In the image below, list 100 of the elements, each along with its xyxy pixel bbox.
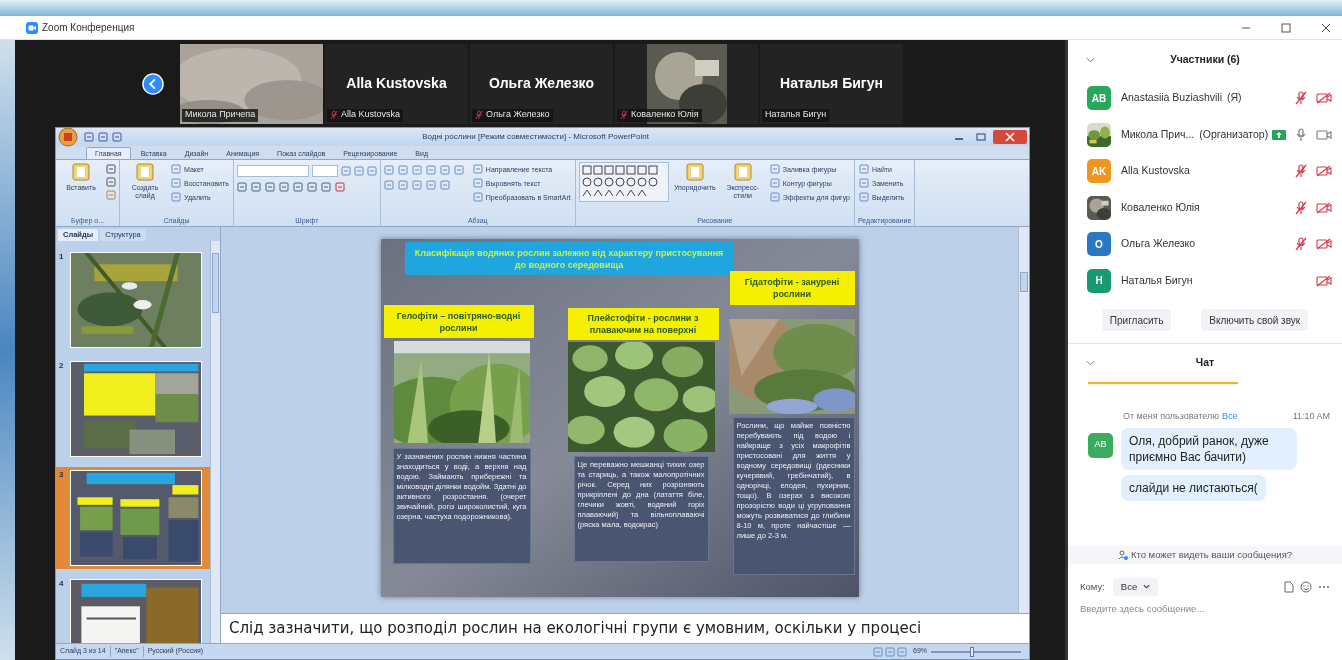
message-meta: От меня пользователю: [1123, 410, 1220, 423]
panel-button[interactable]: Включить свой звук: [1201, 309, 1309, 331]
recipient-link[interactable]: Все: [1222, 410, 1238, 424]
close-icon[interactable]: [993, 130, 1027, 144]
tool-icon: [732, 162, 753, 182]
tool-icon[interactable]: [250, 182, 261, 192]
slide-thumbnail[interactable]: 2: [56, 358, 210, 460]
tool-icon[interactable]: [340, 166, 351, 176]
slide-number: 3: [59, 470, 65, 481]
file-icon[interactable]: [1284, 580, 1294, 593]
slide-thumbnail[interactable]: 1: [56, 249, 210, 351]
tool-icon[interactable]: [171, 178, 181, 188]
tool-icon[interactable]: [858, 164, 869, 174]
maximize-icon[interactable]: [1280, 21, 1292, 34]
tool-icon[interactable]: [769, 192, 780, 202]
participant-name: Коваленко Юлія: [1121, 199, 1200, 215]
slide-number: 2: [59, 361, 65, 372]
muted-microphone-icon: [1295, 200, 1307, 215]
video-off-icon: [1316, 274, 1332, 287]
person-icon: [1117, 549, 1128, 560]
office-button[interactable]: [58, 128, 78, 147]
tool-icon[interactable]: [383, 180, 394, 190]
tool-icon: [135, 162, 155, 182]
panel-button[interactable]: Пригласить: [1101, 309, 1172, 331]
tool-icon[interactable]: [439, 165, 450, 175]
tool-icon[interactable]: [453, 165, 464, 175]
tool-icon[interactable]: [320, 182, 331, 192]
emoji-icon[interactable]: [1300, 580, 1312, 593]
shapes-gallery[interactable]: [578, 162, 669, 202]
participant-role: (Организатор): [1199, 126, 1269, 142]
zoom-slider-thumb[interactable]: [969, 646, 974, 657]
tool-icon[interactable]: [306, 182, 317, 192]
tool-icon[interactable]: [425, 180, 436, 190]
name-label: Наталья Бигун: [762, 108, 830, 122]
tool-icon[interactable]: [264, 182, 275, 192]
tool-icon[interactable]: [236, 182, 247, 192]
tool-icon[interactable]: [106, 164, 116, 174]
microphone-icon: [1295, 127, 1307, 142]
tool-icon[interactable]: [397, 180, 408, 190]
tool-icon[interactable]: [98, 132, 108, 142]
muted-microphone-icon: [620, 110, 628, 120]
slide-thumbnail[interactable]: 4: [56, 576, 210, 643]
tool-icon[interactable]: [411, 180, 422, 190]
participant-row[interactable]: H Наталья Бигун: [1068, 262, 1342, 299]
muted-microphone-icon: [475, 110, 483, 120]
tool-icon[interactable]: [278, 182, 289, 192]
slide-number: 1: [59, 252, 65, 263]
tool-icon[interactable]: [411, 165, 422, 175]
tool-icon[interactable]: [472, 178, 483, 188]
tool-icon[interactable]: [292, 182, 303, 192]
participant-row[interactable]: Микола Прич... (Организатор): [1068, 116, 1342, 153]
tool-icon[interactable]: [885, 646, 895, 657]
tool-icon[interactable]: [84, 132, 94, 142]
recipient-dropdown[interactable]: Все: [1112, 577, 1159, 596]
participant-row[interactable]: Коваленко Юлія: [1068, 189, 1342, 226]
slide-thumbnail[interactable]: 3: [56, 467, 210, 569]
tool-icon[interactable]: [334, 182, 345, 192]
zoom-logo-icon: [26, 21, 38, 34]
window-title: Zoom Конференция: [42, 21, 135, 35]
tool-icon[interactable]: [858, 178, 869, 188]
tool-icon[interactable]: [106, 190, 116, 200]
tool-icon[interactable]: [353, 166, 364, 176]
message-input[interactable]: Введите здесь сообщение...: [1080, 601, 1330, 616]
tool-icon[interactable]: [366, 166, 377, 176]
panel-title: Участники (6): [1169, 52, 1241, 68]
tool-icon[interactable]: [439, 180, 450, 190]
font-size-field[interactable]: [311, 165, 338, 177]
scrollbar[interactable]: [210, 241, 220, 643]
font-name-field[interactable]: [236, 165, 309, 177]
tool-icon[interactable]: [873, 646, 883, 657]
tool-icon[interactable]: [383, 165, 394, 175]
tool-icon[interactable]: [397, 165, 408, 175]
participant-row[interactable]: AB Anastasiia Buziashvili (Я): [1068, 80, 1342, 117]
participant-name: Anastasiia Buziashvili: [1121, 90, 1222, 106]
tool-icon[interactable]: [472, 192, 483, 202]
tool-icon[interactable]: [769, 164, 780, 174]
tool-icon[interactable]: [897, 646, 907, 657]
tool-icon[interactable]: [171, 164, 181, 174]
tool-icon[interactable]: [106, 177, 116, 187]
close-icon[interactable]: [1320, 21, 1332, 34]
notes-text: Слід зазначити, що розподіл рослин на екологічні групи є умовним, оскільки у процесі: [229, 618, 922, 640]
video-off-icon: [1316, 165, 1332, 178]
participant-row[interactable]: O Ольга Железко: [1068, 226, 1342, 263]
muted-microphone-icon: [1295, 91, 1307, 106]
tool-icon[interactable]: [769, 178, 780, 188]
participant-row[interactable]: AK Alla Kustovska: [1068, 153, 1342, 190]
tool-icon[interactable]: [472, 164, 483, 174]
tool-icon[interactable]: [425, 165, 436, 175]
tool-icon[interactable]: [858, 192, 869, 202]
more-icon[interactable]: [1318, 584, 1330, 589]
tool-icon[interactable]: [171, 192, 181, 202]
scrollbar[interactable]: [1018, 227, 1029, 613]
tool-icon[interactable]: [112, 132, 122, 142]
avatar: AK: [1087, 159, 1111, 184]
window-title: Водні рослини [Режим совместимости] - Microsoft PowerPoint: [421, 131, 650, 143]
chevron-down-icon[interactable]: [1086, 57, 1095, 63]
participant-name: Ольга Железко: [1121, 236, 1196, 252]
panel-title: Чат: [1194, 355, 1216, 371]
chevron-down-icon[interactable]: [1086, 360, 1095, 366]
column-heading: Гідатофіти - занурені рослини: [729, 271, 855, 305]
